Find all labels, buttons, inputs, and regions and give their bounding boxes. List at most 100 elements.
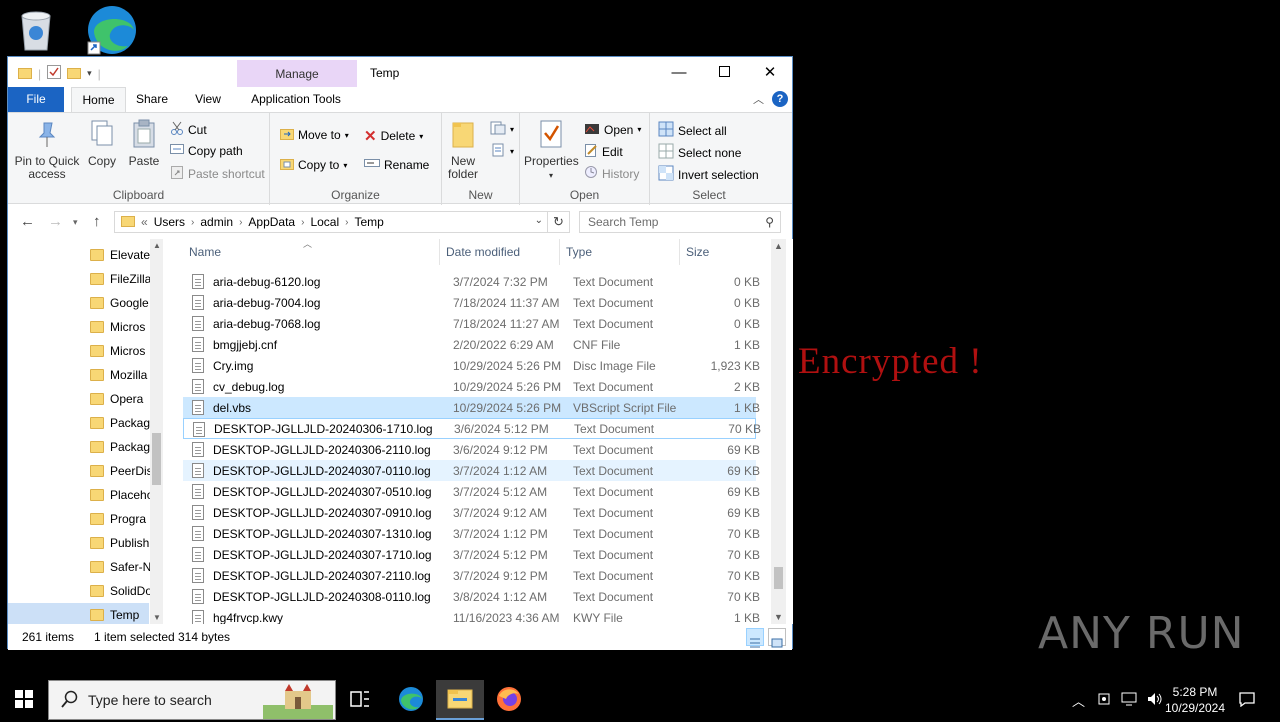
nav-item[interactable]: PeerDis [90,459,150,483]
file-row[interactable]: hg4frvcp.kwy 11/16/2023 4:36 AM KWY File 1 … [183,607,760,624]
history-button[interactable]: History [584,165,639,182]
cut-button[interactable]: Cut [170,121,207,138]
nav-item[interactable]: Progra [90,507,150,531]
tab-view[interactable]: View [190,87,226,112]
chevron-right-icon[interactable]: › [301,217,304,228]
nav-item[interactable]: Placeho [90,483,150,507]
nav-item[interactable]: Packag [90,435,150,459]
scroll-down-icon[interactable]: ▼ [153,613,161,622]
nav-item[interactable]: Publish [90,531,150,555]
notifications-button[interactable] [1230,680,1264,720]
paste-shortcut-button[interactable]: Paste shortcut [170,165,265,182]
chevron-right-icon[interactable]: › [239,217,242,228]
file-row[interactable]: del.vbs 10/29/2024 5:26 PM VBScript Script… [183,397,760,418]
nav-scrollbar[interactable]: ▲ ▼ [150,239,163,624]
nav-item[interactable]: Google [90,291,150,315]
chevron-right-icon[interactable]: › [345,217,348,228]
maximize-button[interactable] [701,57,747,87]
nav-item[interactable]: Packag [90,411,150,435]
file-row[interactable]: DESKTOP-JGLLJLD-20240306-2110.log 3/6/202… [183,439,760,460]
recent-locations-button[interactable]: ▾ [73,217,78,228]
nav-item[interactable]: SolidDo [90,579,150,603]
move-to-button[interactable]: Move to ▾ [280,127,349,143]
nav-item[interactable]: Mozilla [90,363,150,387]
pin-to-quick-access-button[interactable]: Pin to Quick access [14,119,80,181]
delete-button[interactable]: ✕ Delete ▾ [364,127,423,145]
network-icon[interactable] [1121,692,1137,709]
nav-item[interactable]: Temp [8,603,149,624]
file-row[interactable]: Cry.img 10/29/2024 5:26 PM Disc Image File… [183,355,760,376]
taskbar-clock[interactable]: 5:28 PM 10/29/2024 [1160,684,1230,716]
new-folder-button[interactable]: New folder [444,119,482,181]
scroll-down-icon[interactable]: ▼ [771,612,786,622]
scroll-up-icon[interactable]: ▲ [153,241,161,250]
breadcrumb-local[interactable]: Local [310,215,339,229]
file-list-scrollbar-thumb[interactable] [774,567,783,589]
file-row[interactable]: DESKTOP-JGLLJLD-20240307-0910.log 3/7/202… [183,502,760,523]
customize-qat-icon[interactable]: ▾ [87,68,92,79]
edge-shortcut-icon[interactable] [84,4,140,55]
taskbar-firefox-button[interactable] [485,680,533,720]
invert-selection-button[interactable]: Invert selection [658,165,759,184]
file-row[interactable]: DESKTOP-JGLLJLD-20240307-0110.log 3/7/202… [183,460,760,481]
address-dropdown-icon[interactable]: ⌄ [535,215,543,226]
search-input[interactable]: Search Temp ⚲ [579,211,781,233]
edit-button[interactable]: Edit [584,143,623,160]
taskbar-search-box[interactable]: Type here to search [48,680,336,720]
tab-application-tools[interactable]: Application Tools [240,87,352,112]
up-button[interactable]: ↑ [93,213,101,230]
properties-button[interactable]: Properties ▾ [524,119,579,182]
tab-manage[interactable]: Manage [237,60,357,87]
file-row[interactable]: cv_debug.log 10/29/2024 5:26 PM Text Docum… [183,376,760,397]
taskbar-edge-button[interactable] [387,680,435,720]
file-row[interactable]: bmgjjebj.cnf 2/20/2022 6:29 AM CNF File 1 K… [183,334,760,355]
nav-item[interactable]: Elevate [90,243,150,267]
file-row[interactable]: DESKTOP-JGLLJLD-20240307-2110.log 3/7/202… [183,565,760,586]
tab-share[interactable]: Share [131,87,173,112]
details-view-button[interactable] [746,628,764,648]
open-button[interactable]: Open ▾ [584,121,641,138]
file-row[interactable]: aria-debug-6120.log 3/7/2024 7:32 PM Text … [183,271,760,292]
new-folder-qat-icon[interactable] [67,66,82,82]
tab-home[interactable]: Home [71,87,126,112]
tab-file[interactable]: File [8,87,64,112]
select-none-button[interactable]: Select none [658,143,741,162]
column-header-name[interactable]: Name ︿ [183,239,440,265]
address-box[interactable]: « Users › admin › AppData › Local › Temp… [114,211,548,233]
network-status-icon[interactable] [1097,692,1111,709]
large-icons-view-button[interactable] [768,628,786,648]
task-view-button[interactable] [336,680,384,720]
refresh-button[interactable]: ↻ [548,211,570,233]
nav-item[interactable]: Micros [90,315,150,339]
nav-item[interactable]: Micros [90,339,150,363]
minimize-button[interactable]: — [656,57,702,87]
file-row[interactable]: DESKTOP-JGLLJLD-20240306-1710.log 3/6/202… [183,418,761,439]
chevron-up-icon[interactable]: ︿ [1072,691,1085,710]
breadcrumb-users[interactable]: Users [154,215,185,229]
paste-button[interactable]: Paste [124,119,164,168]
column-header-size[interactable]: Size [680,239,760,265]
column-header-type[interactable]: Type [560,239,680,265]
new-item-button[interactable]: ▾ [490,121,514,138]
file-row[interactable]: DESKTOP-JGLLJLD-20240307-1710.log 3/7/202… [183,544,760,565]
file-row[interactable]: aria-debug-7068.log 7/18/2024 11:27 AM Tex… [183,313,760,334]
nav-item[interactable]: Safer-N [90,555,150,579]
file-row[interactable]: DESKTOP-JGLLJLD-20240307-1310.log 3/7/202… [183,523,760,544]
nav-item[interactable]: FileZilla [90,267,150,291]
breadcrumb-admin[interactable]: admin [200,215,233,229]
close-button[interactable]: ✕ [747,57,793,87]
rename-button[interactable]: Rename [364,157,429,172]
scroll-up-icon[interactable]: ▲ [771,241,786,251]
file-row[interactable]: DESKTOP-JGLLJLD-20240307-0510.log 3/7/202… [183,481,760,502]
start-button[interactable] [0,680,48,720]
easy-access-button[interactable]: ▾ [490,143,514,160]
back-button[interactable]: ← [20,213,35,230]
file-list-scrollbar[interactable]: ▲ ▼ [771,239,786,624]
nav-item[interactable]: Opera [90,387,150,411]
breadcrumb-appdata[interactable]: AppData [248,215,295,229]
copy-button[interactable]: Copy [84,119,120,168]
breadcrumb-overflow[interactable]: « [141,215,148,229]
nav-scrollbar-thumb[interactable] [152,433,161,485]
recycle-bin-icon[interactable] [14,6,70,54]
taskbar-file-explorer-button[interactable] [436,680,484,720]
